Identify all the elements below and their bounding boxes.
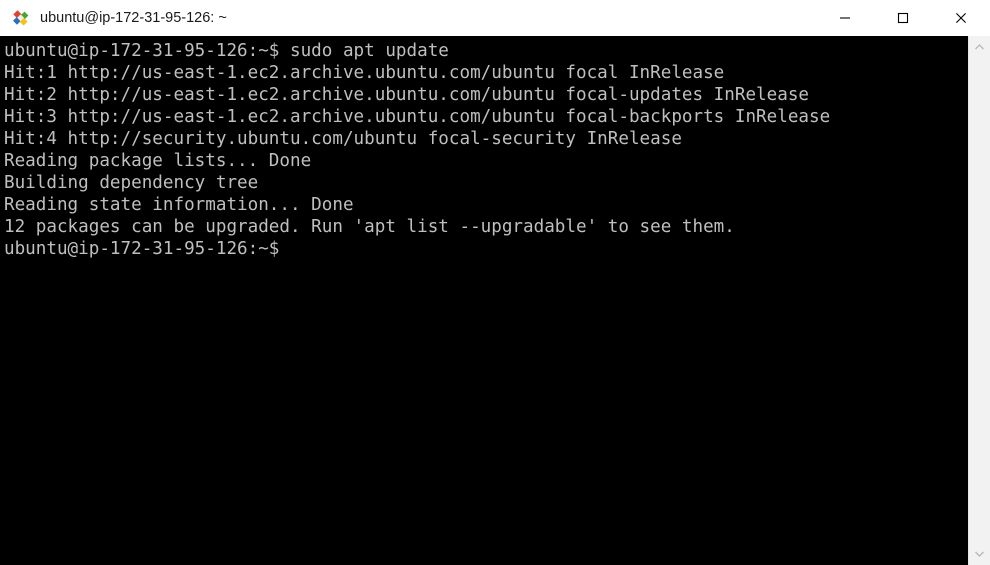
scrollbar-thumb[interactable] (969, 58, 990, 543)
terminal-line: ubuntu@ip-172-31-95-126:~$ sudo apt upda… (4, 41, 449, 61)
terminal-line: Hit:2 http://us-east-1.ec2.archive.ubunt… (4, 85, 810, 105)
minimize-button[interactable] (816, 0, 874, 36)
chevron-up-icon (975, 44, 984, 50)
terminal-line: Reading package lists... Done (4, 151, 312, 171)
terminal-output[interactable]: ubuntu@ip-172-31-95-126:~$ sudo apt upda… (0, 36, 968, 565)
maximize-button[interactable] (874, 0, 932, 36)
terminal-line: Reading state information... Done (4, 195, 354, 215)
scrollbar-up-button[interactable] (969, 36, 990, 58)
scrollbar-down-button[interactable] (969, 543, 990, 565)
terminal-prompt-line: ubuntu@ip-172-31-95-126:~$ (4, 239, 280, 259)
terminal-line: 12 packages can be upgraded. Run 'apt li… (4, 217, 735, 237)
terminal-line: Hit:1 http://us-east-1.ec2.archive.ubunt… (4, 63, 725, 83)
terminal-line: Hit:3 http://us-east-1.ec2.archive.ubunt… (4, 107, 831, 127)
minimize-icon (840, 17, 850, 19)
terminal-window: ubuntu@ip-172-31-95-126: ~ ubuntu@ip-172… (0, 0, 990, 565)
close-button[interactable] (932, 0, 990, 36)
putty-app-icon (11, 8, 31, 28)
window-title: ubuntu@ip-172-31-95-126: ~ (40, 10, 227, 26)
terminal-line: Hit:4 http://security.ubuntu.com/ubuntu … (4, 129, 682, 149)
chevron-down-icon (975, 551, 984, 557)
close-icon (956, 13, 966, 23)
terminal-line: Building dependency tree (4, 173, 259, 193)
window-controls (816, 0, 990, 36)
maximize-icon (897, 12, 909, 24)
vertical-scrollbar[interactable] (968, 36, 990, 565)
scrollbar-track[interactable] (969, 58, 990, 543)
titlebar[interactable]: ubuntu@ip-172-31-95-126: ~ (0, 0, 990, 36)
